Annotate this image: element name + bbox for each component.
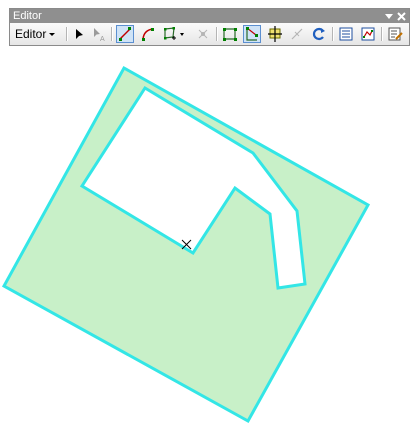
map-canvas[interactable] [0,0,416,432]
separator [332,27,334,41]
edit-vertices-tool-button[interactable] [221,25,239,43]
edit-annotation-tool-button[interactable]: A [90,25,108,43]
straight-segment-tool-button[interactable] [116,25,134,43]
reshape-feature-tool-button[interactable] [243,25,261,43]
split-tool-button[interactable] [288,25,306,43]
reshape-feature-icon [246,27,258,41]
svg-text:A: A [100,36,105,42]
end-point-arc-tool-button[interactable] [139,25,157,43]
toolbar-row: Editor A [10,23,409,45]
editor-menu-label: Editor [15,27,47,41]
attributes-table-icon [339,27,353,41]
disabled-point-icon [198,29,208,39]
polygon-construct-icon [164,27,184,40]
create-features-button[interactable] [386,25,404,43]
toolbar-titlebar[interactable]: Editor [10,9,409,23]
toolbar-title: Editor [13,10,42,22]
construction-tools-dropdown[interactable] [161,25,187,43]
editor-toolbar: Editor Editor A [9,8,410,46]
separator [381,27,383,41]
sketch-properties-button[interactable] [359,25,377,43]
rotate-tool-button[interactable] [310,25,328,43]
cut-polygons-icon [268,26,282,42]
arrow-cursor-icon [76,29,83,39]
point-tool-button[interactable] [194,25,212,43]
separator [66,27,68,41]
toolbar-options-icon[interactable] [382,9,395,23]
create-features-icon [388,27,403,41]
edit-vertices-icon [223,28,237,41]
close-icon[interactable] [395,9,408,23]
arc-segment-icon [142,28,154,41]
sketch-properties-icon [361,27,375,41]
straight-segment-icon [119,27,131,41]
attributes-button[interactable] [337,25,355,43]
split-line-icon [291,28,303,40]
separator [111,27,113,41]
rotate-icon [312,27,325,41]
editor-menu-button[interactable]: Editor [15,25,56,43]
cut-polygons-tool-button[interactable] [266,25,284,43]
edit-tool-button[interactable] [70,25,88,43]
annotation-cursor-icon: A [94,28,105,42]
separator [216,27,218,41]
chevron-down-icon [49,32,56,36]
